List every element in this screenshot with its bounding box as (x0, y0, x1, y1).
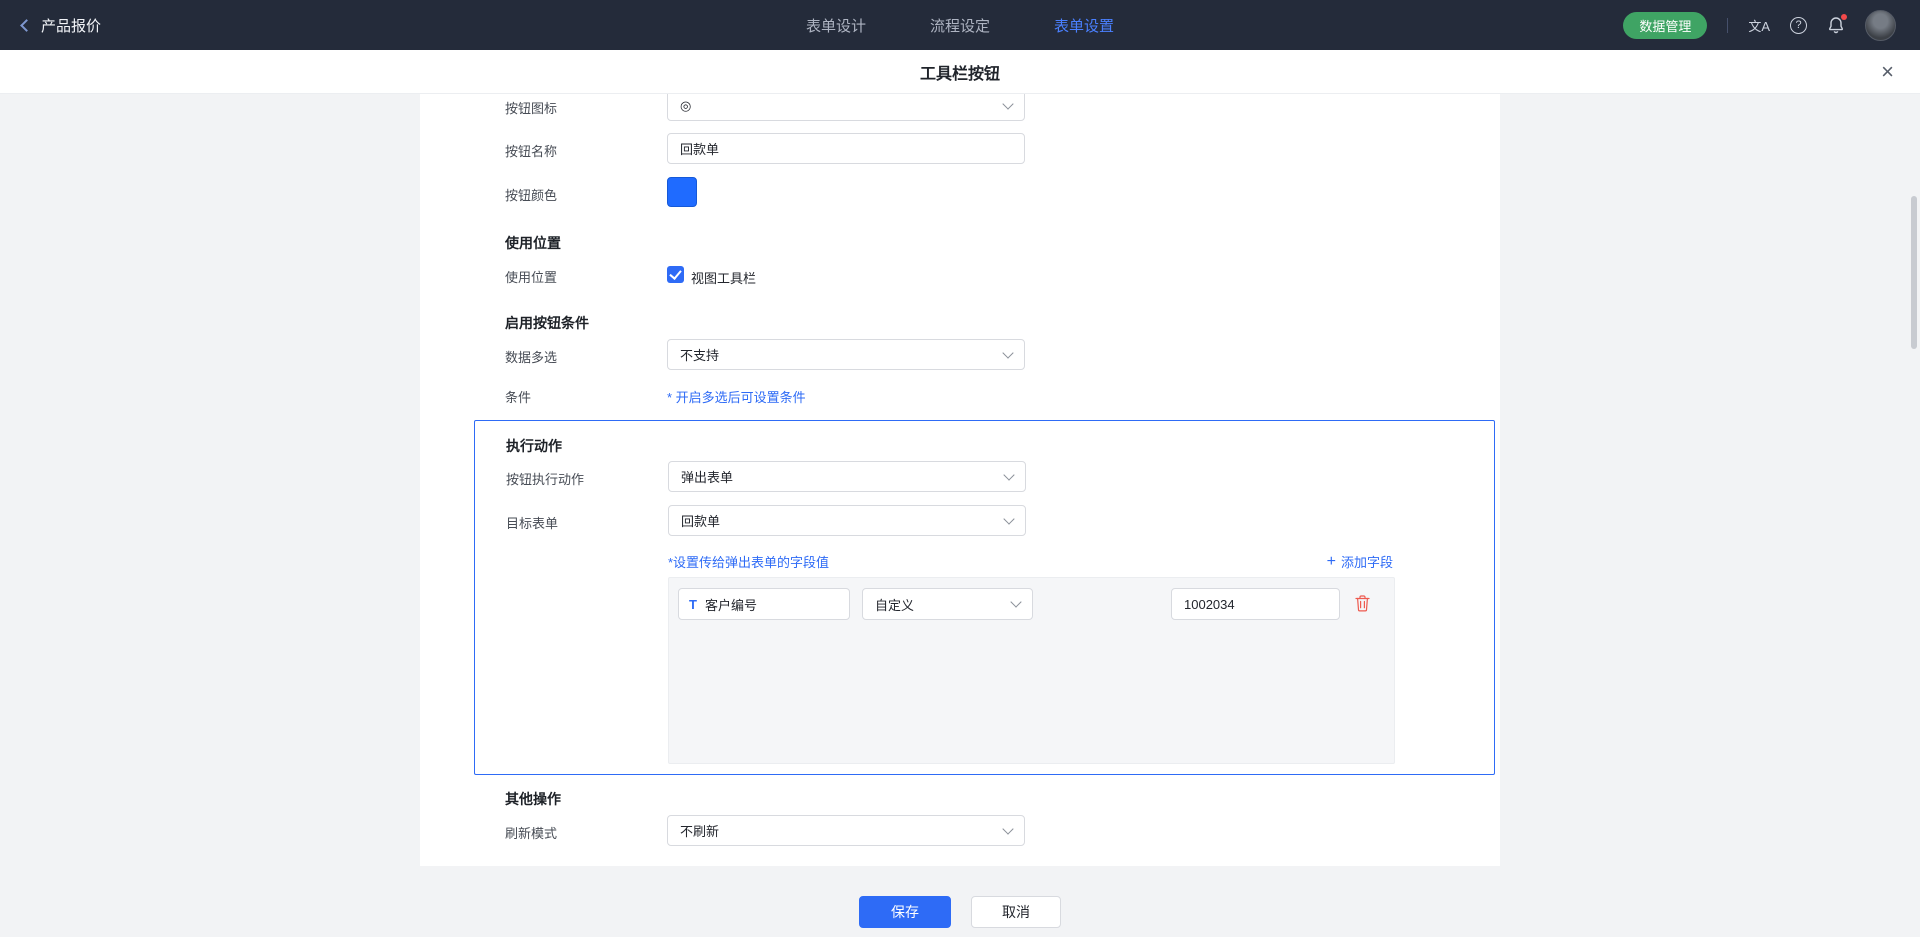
section-title-action: 执行动作 (506, 436, 562, 456)
target-field-name: 客户编号 (705, 595, 757, 614)
avatar[interactable] (1865, 10, 1896, 41)
save-button[interactable]: 保存 (859, 896, 951, 928)
target-form-dropdown[interactable]: 回款单 (668, 505, 1026, 536)
notification-bell-icon[interactable] (1827, 16, 1845, 34)
section-title-usage: 使用位置 (505, 233, 561, 253)
field-label-exec-action: 按钮执行动作 (506, 469, 584, 488)
view-toolbar-checkbox[interactable] (667, 266, 684, 283)
section-title-enable-condition: 启用按钮条件 (505, 313, 589, 333)
field-label-button-color: 按钮颜色 (505, 185, 557, 204)
chevron-down-icon (1003, 469, 1014, 480)
field-label-button-icon: 按钮图标 (505, 98, 557, 117)
field-label-target-form: 目标表单 (506, 513, 558, 532)
button-color-swatch[interactable] (667, 177, 697, 207)
chevron-down-icon (1002, 98, 1013, 109)
divider (1727, 18, 1728, 33)
target-form-value: 回款单 (681, 511, 720, 530)
condition-hint: * 开启多选后可设置条件 (667, 387, 806, 406)
translate-icon[interactable]: 文A (1748, 16, 1770, 35)
field-label-condition: 条件 (505, 387, 531, 406)
tab-workflow[interactable]: 流程设定 (930, 15, 990, 36)
value-source-value: 自定义 (875, 595, 914, 614)
custom-value-input[interactable] (1171, 588, 1340, 620)
exec-action-value: 弹出表单 (681, 467, 733, 486)
button-icon-select[interactable]: ◎ (667, 94, 1025, 121)
add-field-label: 添加字段 (1341, 552, 1393, 571)
tab-form-settings[interactable]: 表单设置 (1054, 15, 1114, 36)
field-label-multi-select: 数据多选 (505, 347, 557, 366)
topbar-actions: 数据管理 文A ? (1623, 0, 1896, 50)
topbar: 产品报价 表单设计 流程设定 表单设置 数据管理 文A ? (0, 0, 1920, 50)
settings-panel: 按钮图标 ◎ 按钮名称 按钮颜色 使用位置 使用位置 视图工具栏 启用按钮条件 … (420, 94, 1500, 866)
chevron-down-icon (1010, 596, 1021, 607)
multi-select-value: 不支持 (680, 345, 719, 364)
notification-dot (1841, 14, 1847, 20)
text-field-icon: T (689, 597, 697, 612)
help-icon[interactable]: ? (1790, 17, 1807, 34)
view-toolbar-checkbox-label: 视图工具栏 (691, 268, 756, 287)
close-icon[interactable]: × (1881, 61, 1894, 83)
field-label-refresh-mode: 刷新模式 (505, 823, 557, 842)
chevron-down-icon (1003, 513, 1014, 524)
action-section: 执行动作 按钮执行动作 弹出表单 目标表单 回款单 *设置传给弹出表单的字段值 … (474, 420, 1495, 775)
field-mapping-panel: T 客户编号 等于 自定义 (668, 577, 1395, 764)
cancel-button[interactable]: 取消 (971, 896, 1061, 928)
exec-action-dropdown[interactable]: 弹出表单 (668, 461, 1026, 492)
chevron-down-icon (1002, 823, 1013, 834)
field-values-hint: *设置传给弹出表单的字段值 (668, 552, 829, 571)
refresh-mode-value: 不刷新 (680, 821, 719, 840)
data-manage-button[interactable]: 数据管理 (1623, 12, 1707, 39)
tab-form-design[interactable]: 表单设计 (806, 15, 866, 36)
field-label-button-name: 按钮名称 (505, 141, 557, 160)
add-field-button[interactable]: + 添加字段 (1327, 552, 1393, 571)
selected-button-icon: ◎ (680, 98, 691, 114)
app-title: 产品报价 (41, 15, 101, 36)
page-title: 工具栏按钮 (920, 60, 1000, 84)
field-label-usage: 使用位置 (505, 267, 557, 286)
section-title-other: 其他操作 (505, 789, 561, 809)
value-source-dropdown[interactable]: 自定义 (862, 588, 1033, 620)
back-chevron-icon (20, 19, 33, 32)
plus-icon: + (1327, 554, 1336, 570)
scrollbar[interactable] (1911, 196, 1917, 349)
target-field-select[interactable]: T 客户编号 (678, 588, 850, 620)
modal-header: 工具栏按钮 × (0, 50, 1920, 94)
multi-select-dropdown[interactable]: 不支持 (667, 339, 1025, 370)
chevron-down-icon (1002, 347, 1013, 358)
button-name-input[interactable] (667, 133, 1025, 164)
back-button[interactable]: 产品报价 (22, 0, 101, 50)
content-area: 按钮图标 ◎ 按钮名称 按钮颜色 使用位置 使用位置 视图工具栏 启用按钮条件 … (0, 94, 1920, 937)
refresh-mode-dropdown[interactable]: 不刷新 (667, 815, 1025, 846)
topbar-tabs: 表单设计 流程设定 表单设置 (806, 0, 1114, 50)
footer: 保存 取消 (0, 896, 1920, 928)
delete-icon[interactable] (1355, 595, 1370, 612)
